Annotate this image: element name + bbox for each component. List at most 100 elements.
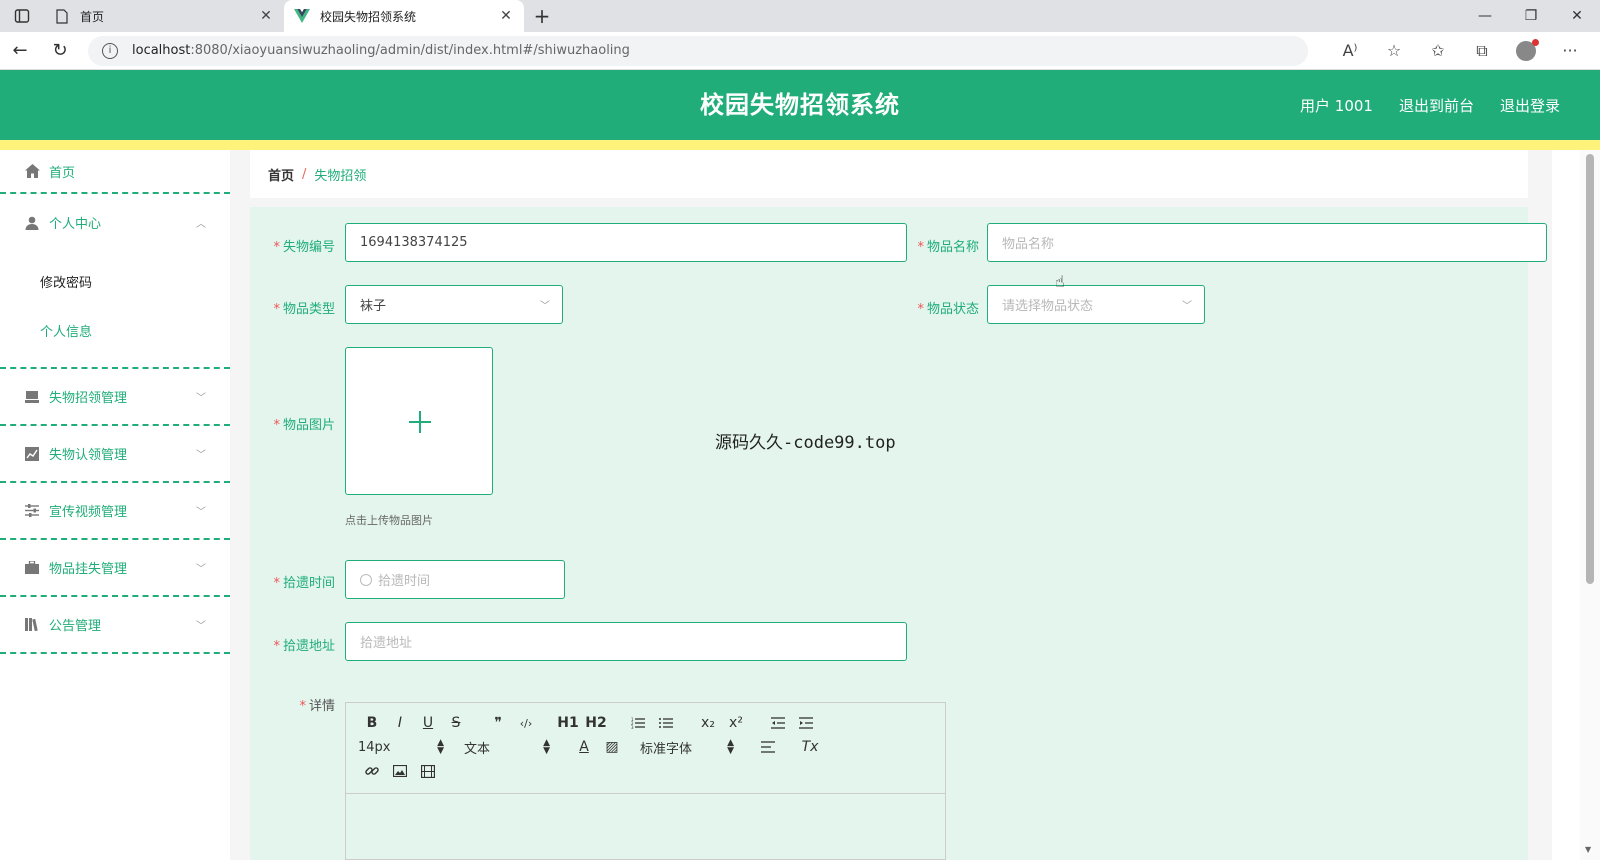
sidebar-item-home[interactable]: 首页 — [0, 150, 230, 194]
browser-toolbar: A⁾ ☆ ✩ ⧉ ··· — [1328, 32, 1592, 70]
sidebar-item-label: 个人中心 — [49, 217, 102, 232]
close-window-icon[interactable]: ✕ — [1554, 0, 1600, 32]
read-aloud-icon[interactable]: A⁾ — [1328, 32, 1372, 70]
tab-actions-icon[interactable] — [0, 0, 44, 32]
bullet-list-icon[interactable] — [652, 711, 680, 735]
editor-toolbar: B I U S ❞ ‹/› H1 H2 123 x₂ x² 14px ▲ ▼ 文… — [346, 703, 945, 794]
code-button[interactable]: ‹/› — [512, 711, 540, 735]
clear-format-button[interactable]: Tx — [796, 735, 824, 759]
pickup-time-picker[interactable]: 拾遗时间 — [345, 560, 565, 599]
scroll-down-arrow-icon[interactable]: ▼ — [1585, 845, 1591, 854]
header-accent-strip — [0, 140, 1600, 150]
add-favorite-icon[interactable]: ☆ — [1372, 32, 1416, 70]
image-label: * 物品图片 — [273, 418, 335, 433]
sidebar-item-personal-center[interactable]: 个人中心 ︿ — [0, 194, 230, 251]
app-header: 校园失物招领系统 用户 1001 退出到前台 退出登录 — [0, 70, 1600, 140]
chevron-down-icon: ﹀ — [196, 564, 206, 575]
editor-body[interactable] — [346, 794, 945, 860]
back-arrow-icon[interactable]: ← — [0, 32, 40, 70]
item-no-input[interactable]: 1694138374125 — [345, 223, 907, 262]
item-name-label: * 物品名称 — [917, 240, 979, 255]
user-icon — [24, 215, 40, 231]
font-color-icon[interactable]: A — [570, 735, 598, 759]
background-color-icon[interactable]: ▨ — [598, 735, 626, 759]
link-icon[interactable] — [358, 759, 386, 783]
hand-cursor-icon: ☝ — [1055, 272, 1065, 291]
strike-button[interactable]: S — [442, 711, 470, 735]
page-scrollbar[interactable]: ▼ — [1580, 150, 1600, 860]
superscript-button[interactable]: x² — [722, 711, 750, 735]
indent-icon[interactable] — [792, 711, 820, 735]
sidebar-item-video[interactable]: 宣传视频管理 ﹀ — [0, 483, 230, 540]
address-bar: ← ↻ i localhost:8080/xiaoyuansiwuzhaolin… — [0, 32, 1600, 70]
sidebar-item-lost-found[interactable]: 失物招领管理 ﹀ — [0, 369, 230, 426]
outdent-icon[interactable] — [764, 711, 792, 735]
pickup-addr-input[interactable]: 拾遗地址 — [345, 622, 907, 661]
item-status-placeholder: 请选择物品状态 — [1002, 299, 1094, 314]
info-icon[interactable]: i — [102, 42, 118, 59]
h2-button[interactable]: H2 — [582, 711, 610, 735]
more-icon[interactable]: ··· — [1548, 32, 1592, 70]
sidebar-item-change-password[interactable]: 修改密码 — [0, 259, 230, 308]
favorites-icon[interactable]: ✩ — [1416, 32, 1460, 70]
image-upload-button[interactable] — [345, 347, 493, 495]
sidebar-item-personal-info[interactable]: 个人信息 — [0, 308, 230, 357]
clock-icon — [360, 573, 372, 586]
item-status-select[interactable]: 请选择物品状态 ﹀ — [987, 285, 1205, 324]
breadcrumb: 首页 / 失物招领 — [250, 150, 1528, 198]
image-icon[interactable] — [386, 759, 414, 783]
sidebar-item-claim[interactable]: 失物认领管理 ﹀ — [0, 426, 230, 483]
vue-logo-icon — [294, 8, 310, 24]
scroll-thumb[interactable] — [1586, 154, 1594, 584]
breadcrumb-home[interactable]: 首页 — [268, 165, 294, 184]
align-icon[interactable] — [754, 735, 782, 759]
underline-button[interactable]: U — [414, 711, 442, 735]
italic-button[interactable]: I — [386, 711, 414, 735]
sidebar-item-label: 宣传视频管理 — [49, 505, 128, 520]
close-icon[interactable]: ✕ — [498, 8, 514, 24]
current-user: 用户 1001 — [1300, 96, 1373, 115]
subscript-button[interactable]: x₂ — [694, 711, 722, 735]
close-icon[interactable]: ✕ — [258, 8, 274, 24]
item-no-value: 1694138374125 — [360, 235, 468, 250]
item-type-label: * 物品类型 — [273, 302, 335, 317]
h1-button[interactable]: H1 — [554, 711, 582, 735]
window-controls: — ❐ ✕ — [1462, 0, 1600, 32]
ordered-list-icon[interactable]: 123 — [624, 711, 652, 735]
tray-icon — [24, 389, 40, 405]
url-field[interactable]: i localhost:8080/xiaoyuansiwuzhaoling/ad… — [88, 35, 1308, 66]
updown-icon: ▲ ▼ — [543, 738, 550, 756]
quote-button[interactable]: ❞ — [484, 711, 512, 735]
logout-link[interactable]: 退出登录 — [1500, 95, 1560, 116]
chevron-down-icon: ﹀ — [540, 301, 550, 312]
url-path: :8080/xiaoyuansiwuzhaoling/admin/dist/in… — [190, 43, 630, 58]
restore-icon[interactable]: ❐ — [1508, 0, 1554, 32]
item-status-label: * 物品状态 — [917, 302, 979, 317]
sidebar-item-label: 首页 — [49, 165, 76, 181]
url-host: localhost — [132, 43, 191, 58]
bold-button[interactable]: B — [358, 711, 386, 735]
header-links: 用户 1001 退出到前台 退出登录 — [1300, 70, 1560, 140]
tab-label: 校园失物招领系统 — [320, 9, 417, 24]
refresh-icon[interactable]: ↻ — [40, 32, 80, 70]
browser-tab-home[interactable]: 首页 ✕ — [44, 0, 284, 32]
collections-icon[interactable]: ⧉ — [1460, 32, 1504, 70]
browser-tab-active[interactable]: 校园失物招领系统 ✕ — [284, 0, 524, 32]
sidebar-item-notice[interactable]: 公告管理 ﹀ — [0, 597, 230, 654]
chevron-down-icon: ﹀ — [1182, 301, 1192, 312]
sidebar-item-lost-report[interactable]: 物品挂失管理 ﹀ — [0, 540, 230, 597]
item-name-input[interactable]: 物品名称 — [987, 223, 1547, 262]
item-type-select[interactable]: 袜子 ﹀ — [345, 285, 563, 324]
tab-label: 首页 — [80, 9, 105, 24]
profile-icon[interactable] — [1504, 32, 1548, 70]
back-to-front-link[interactable]: 退出到前台 — [1399, 95, 1474, 116]
breadcrumb-current: 失物招领 — [314, 168, 367, 184]
font-family-select[interactable]: 标准字体 ▲ ▼ — [640, 738, 740, 757]
video-icon[interactable] — [414, 759, 442, 783]
new-tab-icon[interactable]: + — [524, 0, 560, 32]
personal-center-submenu: 修改密码 个人信息 — [0, 251, 230, 369]
chevron-up-icon: ︿ — [196, 219, 206, 230]
minimize-icon[interactable]: — — [1462, 0, 1508, 32]
paragraph-select[interactable]: 文本 ▲ ▼ — [464, 738, 556, 757]
font-size-select[interactable]: 14px ▲ ▼ — [358, 739, 450, 756]
